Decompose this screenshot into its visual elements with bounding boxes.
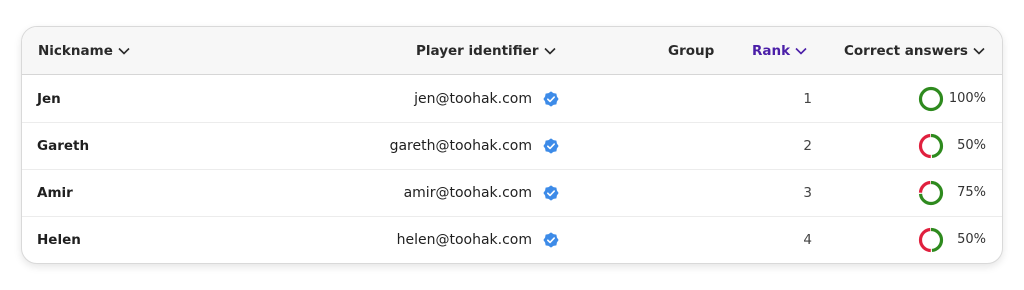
verified-badge-icon [542, 216, 560, 263]
correct-answers-percent: 50% [957, 232, 986, 247]
column-header-label: Group [668, 42, 715, 59]
player-email: jen@toohak.com [414, 90, 532, 107]
correct-answers-donut [917, 169, 945, 216]
chevron-down-icon [973, 47, 985, 55]
correct-answers-donut [917, 122, 945, 169]
table-row[interactable]: Gareth gareth@toohak.com 2 50% [22, 122, 1002, 170]
player-nickname: Helen [37, 231, 81, 248]
column-header-player-identifier[interactable]: Player identifier [416, 27, 556, 74]
table-row[interactable]: Jen jen@toohak.com 1 100% [22, 75, 1002, 123]
player-nickname: Amir [37, 184, 73, 201]
correct-answers-donut [917, 75, 945, 122]
chevron-down-icon [118, 47, 130, 55]
column-header-label: Rank [752, 42, 791, 59]
verified-badge-icon [542, 75, 560, 122]
column-header-label: Nickname [38, 42, 113, 59]
verified-badge-icon [542, 169, 560, 216]
correct-answers-percent: 100% [948, 91, 986, 106]
correct-answers-percent: 50% [957, 138, 986, 153]
player-nickname: Jen [37, 90, 61, 107]
verified-badge-icon [542, 122, 560, 169]
table-row[interactable]: Helen helen@toohak.com 4 50% [22, 216, 1002, 263]
player-email: helen@toohak.com [396, 231, 532, 248]
player-rank: 1 [803, 90, 812, 107]
player-email: amir@toohak.com [403, 184, 532, 201]
correct-answers-percent: 75% [957, 185, 986, 200]
table-header: Nickname Player identifier Group Rank Co… [22, 27, 1002, 75]
column-header-nickname[interactable]: Nickname [38, 27, 130, 74]
player-email: gareth@toohak.com [389, 137, 532, 154]
player-nickname: Gareth [37, 137, 90, 154]
correct-answers-donut [917, 216, 945, 263]
chevron-down-icon [795, 47, 807, 55]
player-rank: 4 [803, 231, 812, 248]
chevron-down-icon [543, 47, 556, 55]
column-header-label: Player identifier [416, 42, 539, 59]
player-rank: 2 [803, 137, 812, 154]
column-header-group[interactable]: Group [668, 27, 714, 74]
column-header-rank[interactable]: Rank [752, 27, 807, 74]
leaderboard-table: Nickname Player identifier Group Rank Co… [21, 26, 1003, 264]
column-header-correct-answers[interactable]: Correct answers [844, 27, 985, 74]
table-row[interactable]: Amir amir@toohak.com 3 75% [22, 169, 1002, 217]
donut-correct-arc [918, 86, 944, 111]
column-header-label: Correct answers [844, 42, 968, 59]
player-rank: 3 [803, 184, 812, 201]
